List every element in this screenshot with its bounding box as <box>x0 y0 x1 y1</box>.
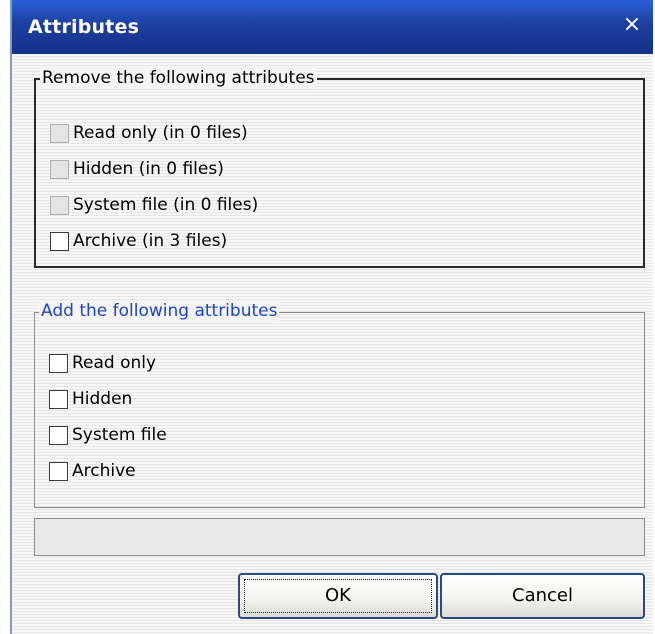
add-read-only-checkbox[interactable]: Read only <box>49 350 156 376</box>
checkbox-box[interactable] <box>50 231 69 251</box>
attributes-dialog: Attributes × Remove the following attrib… <box>10 0 653 634</box>
dialog-title: Attributes <box>28 16 140 38</box>
checkbox-label: Hidden (in 0 files) <box>73 159 224 179</box>
add-attributes-group: Add the following attributes Read only H… <box>34 300 645 508</box>
remove-archive-checkbox[interactable]: Archive (in 3 files) <box>50 228 227 254</box>
checkbox-label: System file (in 0 files) <box>73 195 259 215</box>
checkbox-label[interactable]: System file <box>72 425 167 445</box>
add-group-label: Add the following attributes <box>39 300 280 322</box>
add-archive-checkbox[interactable]: Archive <box>49 458 136 484</box>
checkbox-box <box>50 123 69 143</box>
checkbox-box[interactable] <box>49 461 68 481</box>
title-bar[interactable]: Attributes × <box>12 0 653 54</box>
remove-read-only-checkbox: Read only (in 0 files) <box>50 120 248 146</box>
cancel-button-label: Cancel <box>512 585 573 606</box>
progress-bar <box>34 518 645 556</box>
add-system-file-checkbox[interactable]: System file <box>49 422 167 448</box>
checkbox-label[interactable]: Read only <box>72 353 156 373</box>
checkbox-label: Read only (in 0 files) <box>73 123 248 143</box>
remove-group-label: Remove the following attributes <box>40 67 317 89</box>
ok-button-label: OK <box>325 585 351 606</box>
checkbox-box[interactable] <box>49 353 68 373</box>
close-icon[interactable]: × <box>619 12 645 38</box>
checkbox-box <box>50 159 69 179</box>
cancel-button[interactable]: Cancel <box>440 573 645 619</box>
remove-hidden-checkbox: Hidden (in 0 files) <box>50 156 224 182</box>
checkbox-label[interactable]: Archive <box>72 461 136 481</box>
checkbox-label[interactable]: Archive (in 3 files) <box>73 231 227 251</box>
checkbox-box[interactable] <box>49 389 68 409</box>
remove-system-file-checkbox: System file (in 0 files) <box>50 192 258 218</box>
checkbox-box[interactable] <box>49 425 68 445</box>
remove-attributes-group: Remove the following attributes Read onl… <box>34 67 645 268</box>
add-hidden-checkbox[interactable]: Hidden <box>49 386 132 412</box>
ok-button[interactable]: OK <box>238 573 438 619</box>
checkbox-box <box>50 195 69 215</box>
checkbox-label[interactable]: Hidden <box>72 389 132 409</box>
